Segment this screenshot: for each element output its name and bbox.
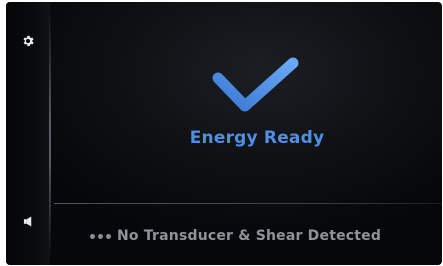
sidebar-divider [49,12,51,255]
status-message: No Transducer & Shear Detected [90,226,381,246]
status-title: Energy Ready [189,128,325,148]
device-screen: Energy Ready No Transducer & Shear Detec… [6,2,442,265]
sidebar [6,2,50,265]
volume-button[interactable] [18,212,38,230]
speaker-icon [23,212,34,231]
status-message-text: No Transducer & Shear Detected [117,228,382,244]
three-dots-icon [90,233,111,239]
checkmark-icon [212,57,299,112]
status-area: Energy Ready [52,2,442,202]
settings-button[interactable] [18,32,38,52]
gear-icon [21,33,35,52]
message-divider [54,203,442,204]
